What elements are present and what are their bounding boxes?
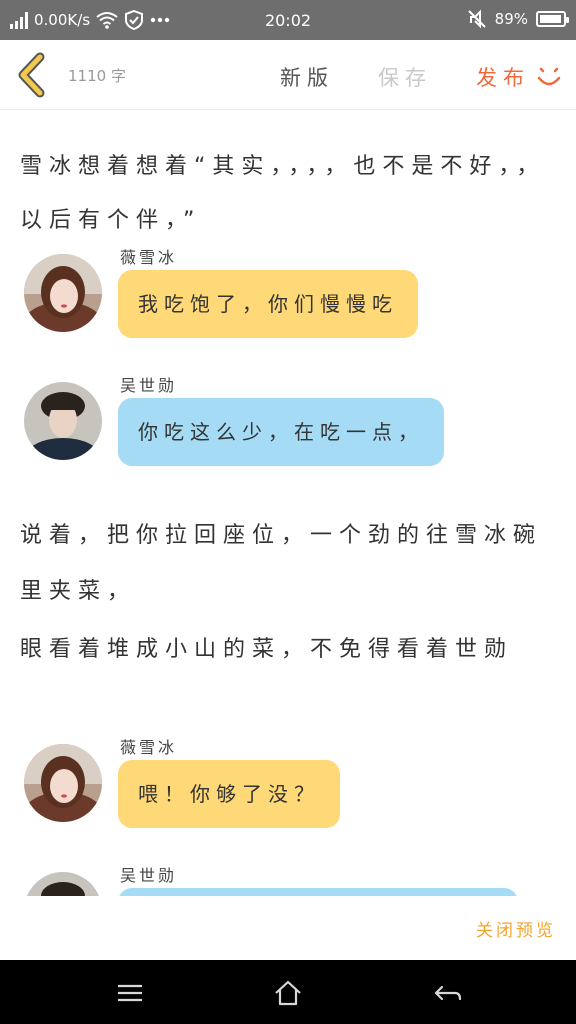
paragraph: 雪冰想着想着“其实，，，，也不是不好，，以后有个伴，” [20,154,546,233]
message-bubble: 你吃这么少，在吃一点， [118,398,444,466]
chat-message: 吴世勋 [22,862,562,896]
paragraph: 说着，把你拉回座位，一个劲的往雪冰碗里夹菜， [20,523,543,604]
avatar [24,382,102,460]
message-bubble [118,888,518,896]
sender-name: 吴世勋 [120,866,178,885]
close-preview-button[interactable]: 关闭预览 [476,916,556,941]
chat-message: 薇雪冰 喂！你够了没？ [22,734,562,834]
story-preview: 雪冰想着想着“其实，，，，也不是不好，，以后有个伴，” 薇雪冰 我吃饱了，你们慢… [0,110,576,896]
back-icon[interactable] [433,978,463,1008]
battery-icon [536,11,569,27]
home-icon[interactable] [273,978,303,1008]
battery-percent: 89% [494,10,528,28]
save-button[interactable]: 保存 [378,62,432,92]
editor-toolbar: 1110 字 新版 保存 发布 [0,40,576,110]
mute-icon [467,9,486,29]
message-bubble: 我吃饱了，你们慢慢吃 [118,270,418,338]
sender-name: 薇雪冰 [120,738,178,757]
new-version-button[interactable]: 新版 [280,62,334,92]
sender-name: 吴世勋 [120,376,178,395]
chat-message: 吴世勋 你吃这么少，在吃一点， [22,372,562,472]
avatar [24,254,102,332]
navigation-bar [0,960,576,1024]
chat-message: 薇雪冰 我吃饱了，你们慢慢吃 [22,244,562,344]
word-count: 1110 字 [68,67,126,85]
smiley-icon[interactable] [536,64,562,90]
status-bar: 0.00K/s 20:02 89% [0,0,576,40]
publish-button[interactable]: 发布 [476,62,530,92]
message-bubble: 喂！你够了没？ [118,760,340,828]
menu-icon[interactable] [115,978,145,1008]
avatar [24,744,102,822]
back-arrow-icon[interactable] [14,52,50,98]
avatar [24,872,102,896]
paragraph: 眼看着堆成小山的菜，不免得看着世勋 [20,637,514,662]
sender-name: 薇雪冰 [120,248,178,267]
